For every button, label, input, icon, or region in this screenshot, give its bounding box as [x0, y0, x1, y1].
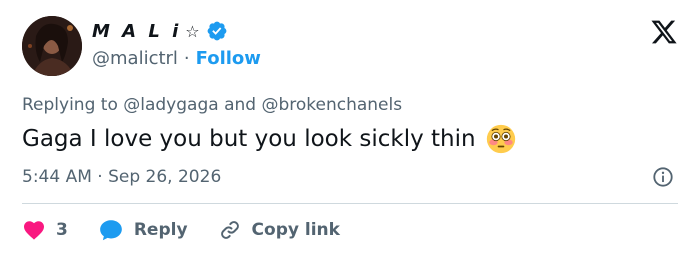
timestamp-separator: ·	[97, 167, 103, 187]
divider	[22, 203, 678, 204]
follow-button[interactable]: Follow	[196, 48, 261, 69]
tweet-time: 5:44 AM	[22, 167, 92, 187]
reply-label: Reply	[133, 220, 188, 240]
tweet-timestamp[interactable]: 5:44 AM · Sep 26, 2026	[22, 167, 221, 187]
reply-button[interactable]: Reply	[98, 217, 188, 243]
star-symbol: ☆	[185, 21, 200, 41]
mention-link-2[interactable]: @brokenchanels	[261, 95, 402, 115]
author-display-name[interactable]: M A L i	[92, 21, 181, 42]
info-icon[interactable]	[652, 166, 674, 188]
heart-icon	[24, 221, 44, 240]
author-name-row: M A L i ☆	[92, 18, 228, 44]
link-icon	[220, 221, 239, 239]
copy-link-button[interactable]: Copy link	[218, 218, 340, 242]
like-count: 3	[56, 220, 68, 240]
tweet-date: Sep 26, 2026	[108, 167, 222, 187]
handle-separator: ·	[183, 48, 190, 69]
replying-to-conjunction: and	[224, 95, 257, 115]
author-handle[interactable]: @malictrl	[92, 48, 178, 69]
like-button[interactable]: 3	[22, 218, 68, 242]
avatar[interactable]	[22, 16, 82, 76]
mention-link-1[interactable]: @ladygaga	[123, 95, 218, 115]
author-handle-row: @malictrl · Follow	[92, 48, 261, 69]
tweet-embed-card: M A L i ☆ @malictrl · Follow Replying to…	[0, 0, 700, 256]
x-logo-icon[interactable]	[650, 18, 678, 46]
tweet-actions-bar: 3 Reply Copy link	[22, 216, 370, 244]
verified-badge-icon	[207, 21, 227, 41]
replying-to-context: Replying to @ladygaga and @brokenchanels	[22, 95, 402, 115]
copy-link-label: Copy link	[251, 220, 340, 240]
tweet-text: Gaga I love you but you look sickly thin	[22, 124, 516, 154]
reply-bubble-icon	[100, 220, 122, 241]
replying-to-prefix: Replying to	[22, 95, 118, 115]
flushed-face-emoji-icon	[486, 124, 515, 154]
tweet-body: Gaga I love you but you look sickly thin	[22, 126, 476, 152]
